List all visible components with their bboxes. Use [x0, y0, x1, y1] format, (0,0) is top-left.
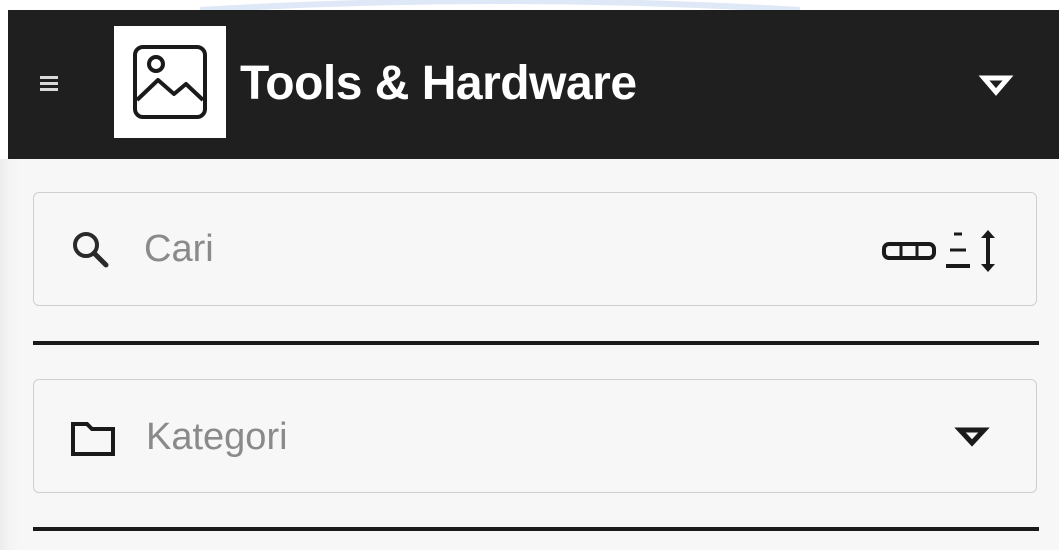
- section-divider: [33, 527, 1039, 531]
- search-icon: [70, 229, 110, 274]
- search-input[interactable]: [144, 217, 844, 281]
- image-placeholder-icon: [133, 45, 207, 119]
- header-dropdown-button[interactable]: [978, 70, 1014, 98]
- sidebar-panel: Kategori: [0, 159, 1059, 550]
- section-divider: [33, 341, 1039, 345]
- hamburger-menu-icon[interactable]: [38, 72, 62, 96]
- app-bar: Tools & Hardware: [8, 10, 1059, 159]
- sort-filter-icon[interactable]: [880, 228, 1006, 281]
- category-dropdown-button[interactable]: [954, 422, 990, 455]
- app-logo: [114, 26, 226, 138]
- category-placeholder: Kategori: [146, 416, 288, 458]
- category-select[interactable]: Kategori: [33, 379, 1037, 493]
- search-field[interactable]: [33, 192, 1037, 306]
- triangle-down-icon: [954, 427, 990, 447]
- app-title: Tools & Hardware: [240, 57, 637, 110]
- top-decoration: [0, 0, 1059, 10]
- folder-icon: [70, 418, 116, 463]
- triangle-down-icon: [978, 75, 1014, 96]
